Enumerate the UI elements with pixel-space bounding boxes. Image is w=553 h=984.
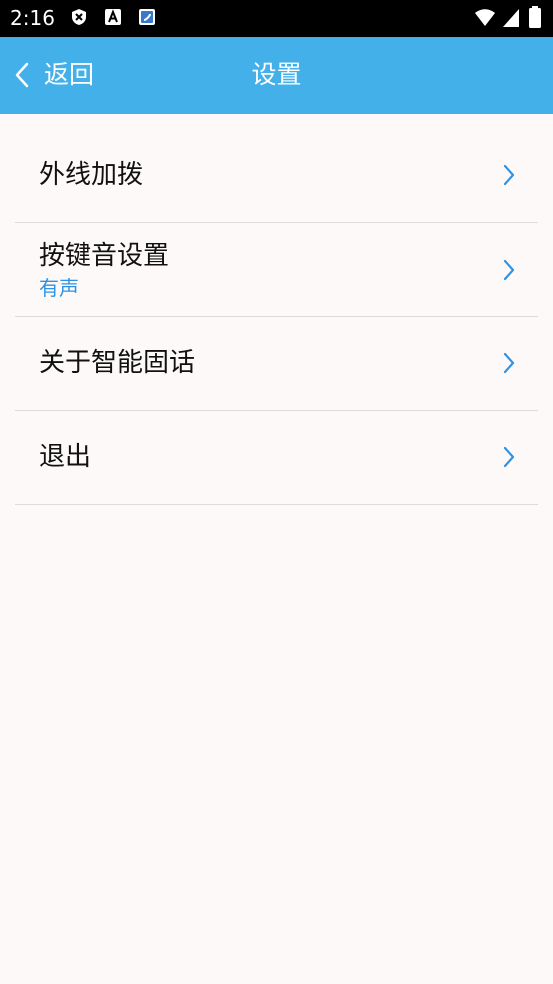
battery-icon — [529, 6, 541, 28]
settings-item-title: 外线加拨 — [39, 160, 144, 190]
settings-item-title: 关于智能固话 — [39, 348, 196, 378]
status-time: 2:16 — [10, 6, 55, 30]
wifi-icon — [475, 9, 495, 26]
font-a-icon — [105, 9, 121, 25]
settings-item-key-tone[interactable]: 按键音设置 有声 — [15, 223, 538, 317]
settings-item-title: 按键音设置 — [39, 241, 170, 271]
cellular-signal-icon — [503, 9, 519, 27]
status-bar: 2:16 — [0, 0, 553, 37]
chevron-right-icon — [503, 164, 515, 186]
settings-item-logout[interactable]: 退出 — [15, 411, 538, 505]
chevron-right-icon — [503, 259, 515, 281]
settings-item-title: 退出 — [39, 442, 92, 472]
settings-item-subtitle: 有声 — [39, 276, 79, 300]
header-bar: 返回 设置 — [0, 37, 553, 114]
phone-app-icon — [139, 9, 155, 25]
shield-x-icon — [72, 9, 86, 25]
page-title: 设置 — [251, 60, 302, 89]
chevron-right-icon — [503, 352, 515, 374]
chevron-right-icon — [503, 446, 515, 468]
settings-item-about[interactable]: 关于智能固话 — [15, 317, 538, 411]
settings-list: 外线加拨 按键音设置 有声 关于智能固话 退出 — [0, 114, 553, 505]
settings-item-outside-line-dial[interactable]: 外线加拨 — [15, 114, 538, 223]
